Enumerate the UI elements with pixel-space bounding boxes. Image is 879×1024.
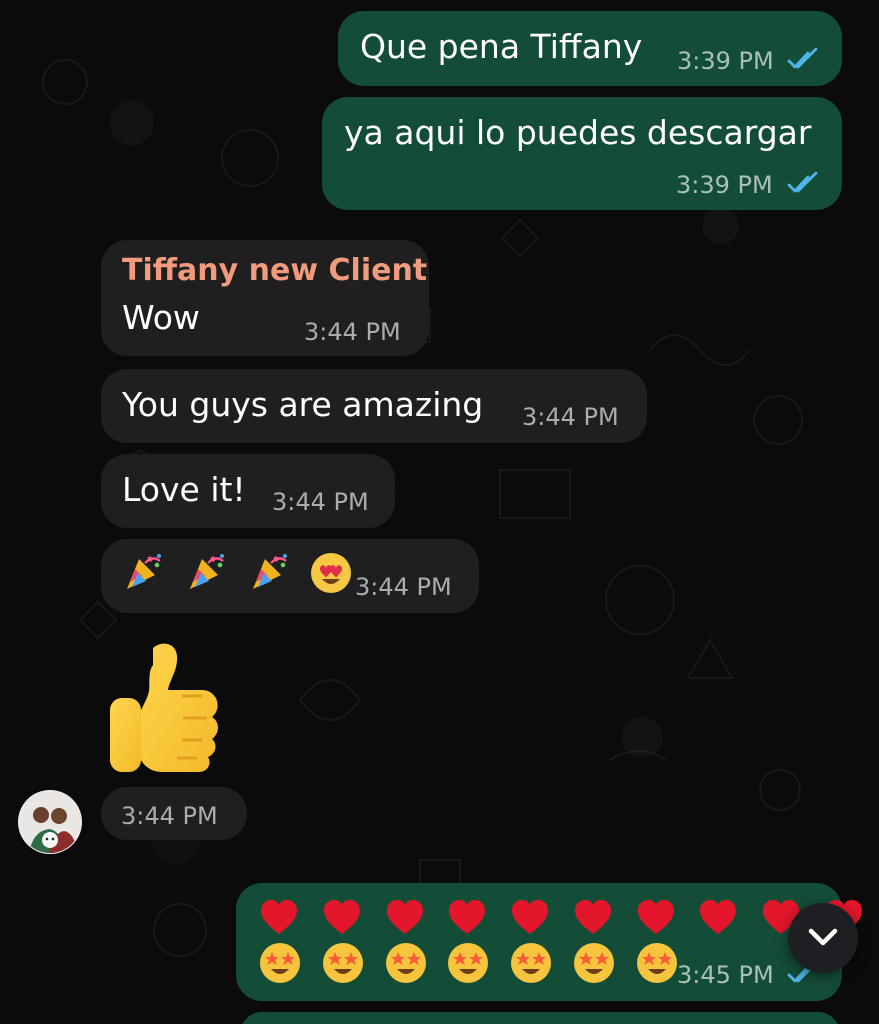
- thumbs-up-emoji-message[interactable]: [104, 640, 236, 784]
- message-time: 3:44 PM: [522, 403, 619, 431]
- red-heart-icon: [572, 897, 614, 939]
- message-time: 3:39 PM: [677, 47, 774, 75]
- emoji-message: [121, 551, 360, 601]
- emoji-message: [258, 895, 879, 945]
- message-bubble-incoming[interactable]: 3:44 PM: [101, 787, 247, 840]
- next-message-bubble-edge: [240, 1012, 840, 1024]
- heart-eyes-icon: [309, 551, 353, 595]
- party-popper-icon: [247, 551, 291, 595]
- red-heart-icon: [509, 897, 551, 939]
- sender-name: Tiffany new Client: [122, 253, 428, 288]
- chevron-down-icon: [808, 928, 838, 946]
- chat-thread: Que pena Tiffany 3:39 PM ya aqui lo pued…: [0, 0, 879, 1024]
- message-text: Que pena Tiffany: [360, 27, 643, 66]
- message-time: 3:39 PM: [676, 171, 773, 199]
- star-struck-icon: [321, 941, 365, 985]
- message-time: 3:44 PM: [304, 318, 401, 346]
- scroll-to-bottom-button[interactable]: [788, 903, 858, 973]
- double-check-icon: [787, 172, 818, 193]
- message-bubble-incoming[interactable]: Love it! 3:44 PM: [101, 454, 395, 528]
- message-bubble-incoming[interactable]: Tiffany new Client Wow 3:44 PM: [101, 240, 429, 356]
- star-struck-icon: [635, 941, 679, 985]
- message-bubble-outgoing[interactable]: ya aqui lo puedes descargar 3:39 PM: [322, 97, 842, 210]
- star-struck-icon: [258, 941, 302, 985]
- emoji-message-second-line: [258, 941, 686, 991]
- star-struck-icon: [509, 941, 553, 985]
- message-time: 3:44 PM: [121, 802, 218, 830]
- contact-avatar[interactable]: [18, 790, 82, 854]
- party-popper-icon: [121, 551, 165, 595]
- message-bubble-incoming[interactable]: You guys are amazing 3:44 PM: [101, 369, 647, 443]
- red-heart-icon: [384, 897, 426, 939]
- message-text: You guys are amazing: [122, 385, 484, 424]
- message-text: Love it!: [122, 470, 246, 509]
- star-struck-icon: [446, 941, 490, 985]
- double-check-icon: [787, 48, 818, 69]
- avatar-photo: [19, 791, 81, 853]
- red-heart-icon: [635, 897, 677, 939]
- star-struck-icon: [384, 941, 428, 985]
- message-bubble-outgoing[interactable]: 3:45 PM: [236, 883, 862, 1001]
- red-heart-icon: [697, 897, 739, 939]
- message-text: ya aqui lo puedes descargar: [344, 113, 812, 152]
- message-bubble-incoming[interactable]: 3:44 PM: [101, 539, 479, 613]
- message-text: Wow: [122, 298, 200, 337]
- red-heart-icon: [258, 897, 300, 939]
- thumbs-up-icon: [110, 643, 218, 772]
- message-bubble-outgoing[interactable]: Que pena Tiffany 3:39 PM: [338, 11, 842, 86]
- red-heart-icon: [321, 897, 363, 939]
- party-popper-icon: [184, 551, 228, 595]
- star-struck-icon: [572, 941, 616, 985]
- message-time: 3:44 PM: [355, 573, 452, 601]
- red-heart-icon: [446, 897, 488, 939]
- message-time: 3:45 PM: [677, 961, 774, 989]
- message-time: 3:44 PM: [272, 488, 369, 516]
